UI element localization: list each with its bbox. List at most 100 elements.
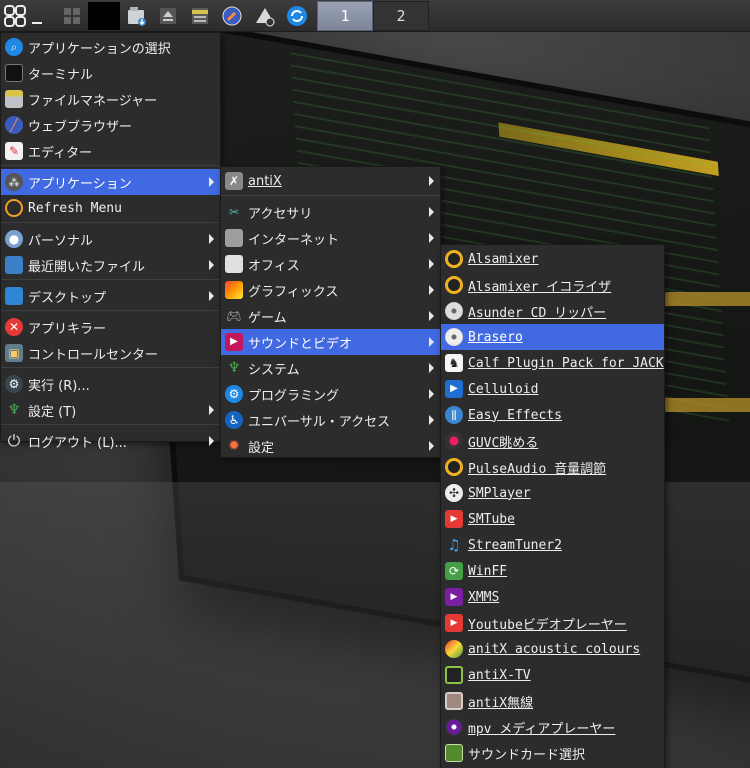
browser-launcher[interactable] bbox=[220, 2, 244, 30]
app-item-label: Alsamixer イコライザ bbox=[468, 279, 612, 295]
submenu-item-office[interactable]: オフィス bbox=[221, 251, 440, 277]
app-item-asunder[interactable]: Asunder CD リッパー bbox=[441, 298, 664, 324]
eject-launcher[interactable] bbox=[156, 2, 180, 30]
submenu-item-accessories[interactable]: ✂ アクセサリ bbox=[221, 199, 440, 225]
app-item-calf[interactable]: ♞ Calf Plugin Pack for JACK bbox=[441, 350, 664, 376]
app-item-label: SMTube bbox=[468, 511, 515, 527]
submenu-item-internet[interactable]: インターネット bbox=[221, 225, 440, 251]
menu-item-file-manager[interactable]: ファイルマネージャー bbox=[1, 86, 220, 112]
submenu-item-label: サウンドとビデオ bbox=[248, 336, 353, 352]
app-item-label: Celluloid bbox=[468, 381, 539, 397]
app-item-mpv[interactable]: mpv メディアプレーヤー bbox=[441, 714, 664, 740]
submenu-item-games[interactable]: 🎮︎ ゲーム bbox=[221, 303, 440, 329]
settings-icon: ♆ bbox=[7, 402, 21, 418]
alsamixer-icon bbox=[445, 250, 463, 268]
app-item-smplayer[interactable]: ✣ SMPlayer bbox=[441, 480, 664, 506]
app-item-xmms[interactable]: ▶ XMMS bbox=[441, 584, 664, 610]
submenu-item-antix[interactable]: ✗ antiX bbox=[221, 168, 440, 194]
app-item-label: Calf Plugin Pack for JACK bbox=[468, 355, 664, 371]
menu-item-editor[interactable]: ✎ エディター bbox=[1, 138, 220, 164]
show-desktop-button[interactable] bbox=[30, 2, 44, 30]
file-manager-launcher[interactable] bbox=[124, 2, 150, 30]
app-item-alsamixer-equalizer[interactable]: Alsamixer イコライザ bbox=[441, 272, 664, 298]
submenu-arrow-icon bbox=[209, 177, 214, 187]
streamtuner-icon: ♫ bbox=[447, 535, 461, 554]
app-item-label: WinFF bbox=[468, 563, 508, 579]
menu-item-web-browser[interactable]: ╱ ウェブブラウザー bbox=[1, 112, 220, 138]
sound-video-submenu: Alsamixer Alsamixer イコライザ Asunder CD リッパ… bbox=[440, 244, 665, 768]
app-item-acoustic-colours[interactable]: anitX acoustic colours bbox=[441, 636, 664, 662]
app-item-label: SMPlayer bbox=[468, 485, 531, 501]
update-launcher[interactable] bbox=[284, 2, 310, 30]
menu-item-label: アプリケーション bbox=[28, 176, 132, 192]
submenu-arrow-icon bbox=[429, 441, 434, 451]
app-item-guvc[interactable]: GUVC眺める bbox=[441, 428, 664, 454]
submenu-item-programming[interactable]: ⚙ プログラミング bbox=[221, 381, 440, 407]
submenu-item-label: 設定 bbox=[248, 440, 275, 456]
app-item-easy-effects[interactable]: ⫼ Easy Effects bbox=[441, 402, 664, 428]
submenu-arrow-icon bbox=[429, 363, 434, 373]
app-item-antix-tv[interactable]: antiX-TV bbox=[441, 662, 664, 688]
app-item-brasero[interactable]: Brasero bbox=[441, 324, 664, 350]
menu-item-app-select[interactable]: ⌕ アプリケーションの選択 bbox=[1, 34, 220, 60]
app-item-winff[interactable]: ⟳ WinFF bbox=[441, 558, 664, 584]
app-item-antix-radio[interactable]: antiX無線 bbox=[441, 688, 664, 714]
menu-item-control-center[interactable]: ▣ コントロールセンター bbox=[1, 340, 220, 366]
submenu-item-label: ユニバーサル・アクセス bbox=[248, 414, 391, 430]
menu-item-desktop[interactable]: デスクトップ bbox=[1, 283, 220, 309]
antix-icon: ✗ bbox=[225, 172, 243, 190]
menu-item-logout[interactable]: ⏻ ログアウト (L)... bbox=[1, 428, 220, 454]
menu-item-applications[interactable]: ⁂ アプリケーション bbox=[1, 169, 220, 195]
files-launcher[interactable] bbox=[188, 2, 212, 30]
desktop-icon bbox=[5, 287, 23, 305]
app-item-label: Asunder CD リッパー bbox=[468, 305, 607, 321]
menu-item-label: パーソナル bbox=[28, 233, 94, 249]
start-menu-button[interactable] bbox=[2, 2, 28, 30]
menu-item-terminal[interactable]: ターミナル bbox=[1, 60, 220, 86]
app-item-streamtuner2[interactable]: ♫ StreamTuner2 bbox=[441, 532, 664, 558]
games-icon: 🎮︎ bbox=[226, 309, 242, 323]
eject-icon bbox=[160, 8, 176, 24]
menu-icon bbox=[4, 5, 26, 27]
submenu-arrow-icon bbox=[429, 389, 434, 399]
menu-item-refresh[interactable]: Refresh Menu bbox=[1, 195, 220, 221]
app-item-pulseaudio[interactable]: PulseAudio 音量調節 bbox=[441, 454, 664, 480]
app-item-alsamixer[interactable]: Alsamixer bbox=[441, 246, 664, 272]
submenu-arrow-icon bbox=[429, 233, 434, 243]
menu-item-recent-files[interactable]: 最近開いたファイル bbox=[1, 252, 220, 278]
app-item-label: antiX-TV bbox=[468, 667, 531, 683]
smtube-icon: ▶ bbox=[445, 510, 463, 528]
pager-button[interactable] bbox=[60, 2, 84, 30]
menu-item-label: アプリキラー bbox=[28, 321, 107, 337]
menu-item-settings[interactable]: ♆ 設定 (T) bbox=[1, 397, 220, 423]
app-item-youtube-player[interactable]: ▶ Youtubeビデオプレーヤー bbox=[441, 610, 664, 636]
refresh-icon bbox=[5, 199, 23, 217]
drive-launcher[interactable] bbox=[252, 2, 278, 30]
internet-icon bbox=[225, 229, 243, 247]
app-item-soundcard-select[interactable]: サウンドカード選択 bbox=[441, 740, 664, 766]
update-icon bbox=[287, 6, 307, 26]
control-center-icon: ▣ bbox=[5, 344, 23, 362]
menu-separator bbox=[1, 222, 220, 225]
calf-icon: ♞ bbox=[445, 354, 463, 372]
workspace-1-button[interactable]: 1 bbox=[317, 1, 373, 31]
app-item-smtube[interactable]: ▶ SMTube bbox=[441, 506, 664, 532]
app-item-label: mpv メディアプレーヤー bbox=[468, 721, 616, 737]
celluloid-icon: ▶ bbox=[445, 380, 463, 398]
submenu-item-system[interactable]: ♆ システム bbox=[221, 355, 440, 381]
app-item-celluloid[interactable]: ▶ Celluloid bbox=[441, 376, 664, 402]
submenu-item-sound-video[interactable]: ▶ サウンドとビデオ bbox=[221, 329, 440, 355]
menu-item-run[interactable]: ⚙ 実行 (R)... bbox=[1, 371, 220, 397]
workspace-2-button[interactable]: 2 bbox=[373, 1, 429, 31]
submenu-item-accessibility[interactable]: ♿︎ ユニバーサル・アクセス bbox=[221, 407, 440, 433]
submenu-item-settings[interactable]: ✹ 設定 bbox=[221, 433, 440, 459]
submenu-arrow-icon bbox=[429, 207, 434, 217]
menu-item-app-killer[interactable]: ✕ アプリキラー bbox=[1, 314, 220, 340]
terminal-icon bbox=[5, 64, 23, 82]
menu-separator bbox=[221, 195, 440, 198]
menu-item-personal[interactable]: ● パーソナル bbox=[1, 226, 220, 252]
pulseaudio-icon bbox=[445, 458, 463, 476]
submenu-item-graphics[interactable]: グラフィックス bbox=[221, 277, 440, 303]
blank-window-button[interactable] bbox=[88, 2, 120, 30]
submenu-item-label: インターネット bbox=[248, 232, 340, 248]
